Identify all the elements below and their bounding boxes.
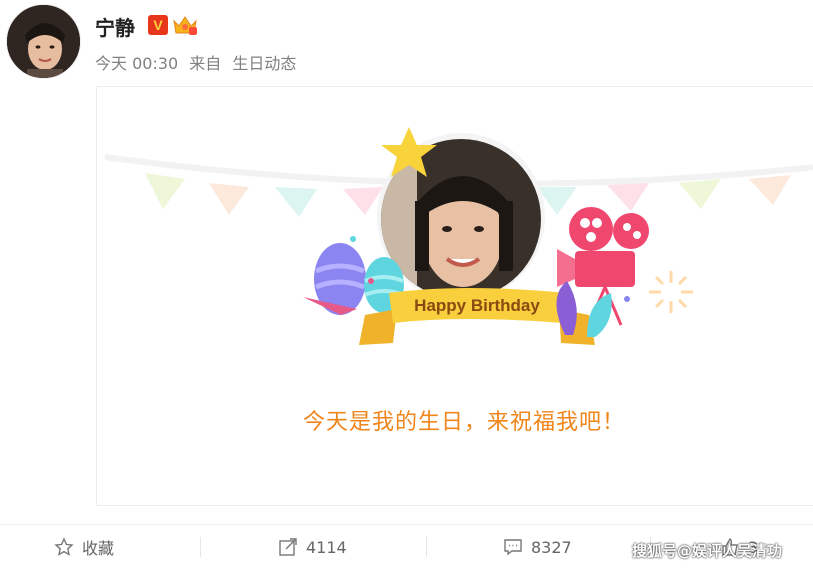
crown-icon	[173, 16, 197, 35]
source-prefix: 来自	[189, 54, 222, 73]
post-meta: 今天 00:30 来自 生日动态	[95, 50, 302, 74]
author-name[interactable]: 宁静	[95, 12, 135, 41]
post-source[interactable]: 生日动态	[232, 54, 296, 73]
comment-icon	[504, 539, 522, 556]
favorite-button[interactable]: 收藏	[54, 525, 114, 568]
verified-badge-icon: V	[148, 15, 168, 35]
avatar[interactable]	[6, 4, 81, 79]
weibo-post: 宁静 V 今天 00:30 来自 生日动态 Happy Birthday 今天是…	[0, 0, 813, 568]
divider	[200, 537, 201, 557]
sparkle-icon	[649, 271, 693, 313]
comment-count: 8327	[531, 537, 572, 557]
birthday-illustration: Happy Birthday	[104, 127, 813, 345]
post-time[interactable]: 今天 00:30	[95, 54, 178, 73]
divider	[426, 537, 427, 557]
comment-button[interactable]: 8327	[503, 525, 572, 568]
star-icon	[54, 537, 74, 556]
ribbon-text: Happy Birthday	[414, 296, 540, 315]
share-icon	[279, 538, 297, 556]
repost-button[interactable]: 4114	[278, 525, 347, 568]
favorite-label: 收藏	[82, 539, 115, 558]
watermark: 搜狐号@娱评人吴清功	[632, 542, 783, 560]
birthday-message: 今天是我的生日，来祝福我吧！	[303, 410, 626, 435]
repost-count: 4114	[306, 537, 347, 557]
birthday-card[interactable]: Happy Birthday 今天是我的生日，来祝福我吧！	[96, 86, 813, 506]
avatar-portrait-icon	[7, 5, 80, 78]
